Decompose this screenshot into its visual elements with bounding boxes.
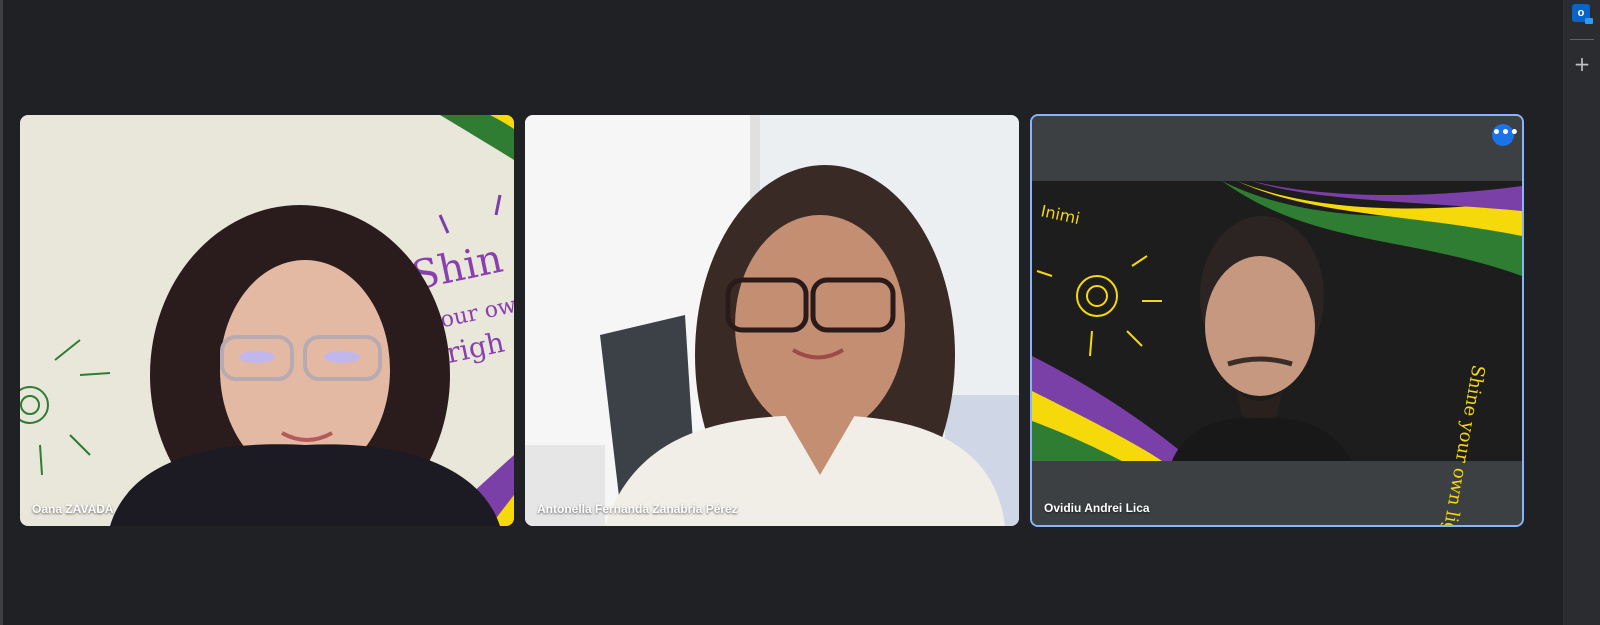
add-icon[interactable]: + (1572, 54, 1592, 74)
participant-tile-1[interactable]: Shin your ow lrigh Oana ZAVADA (20, 115, 514, 526)
participant-name-3: Ovidiu Andrei Lica (1044, 501, 1150, 515)
meeting-app: Shin your ow lrigh Oana ZAVADA Antonella… (0, 0, 1600, 625)
participant-video-3: Inimi Shine your own light (1032, 116, 1522, 525)
side-rail: o + (1563, 0, 1600, 625)
rail-divider (1570, 39, 1594, 40)
more-options-button[interactable]: ••• (1492, 124, 1519, 146)
participant-video-2 (525, 115, 1019, 526)
outlook-icon[interactable]: o (1572, 4, 1593, 24)
participant-tile-3[interactable]: Inimi Shine your own light ••• Ovidiu An… (1030, 114, 1524, 527)
participant-name-2: Antonella Fernanda Zanabria Pérez (537, 502, 738, 516)
participant-name-1: Oana ZAVADA (32, 502, 114, 516)
participant-tile-2[interactable]: Antonella Fernanda Zanabria Pérez (525, 115, 1019, 526)
participant-video-1: Shin your ow lrigh (20, 115, 514, 526)
video-grid: Shin your ow lrigh Oana ZAVADA Antonella… (3, 0, 1564, 625)
more-horiz-icon: ••• (1492, 125, 1519, 141)
